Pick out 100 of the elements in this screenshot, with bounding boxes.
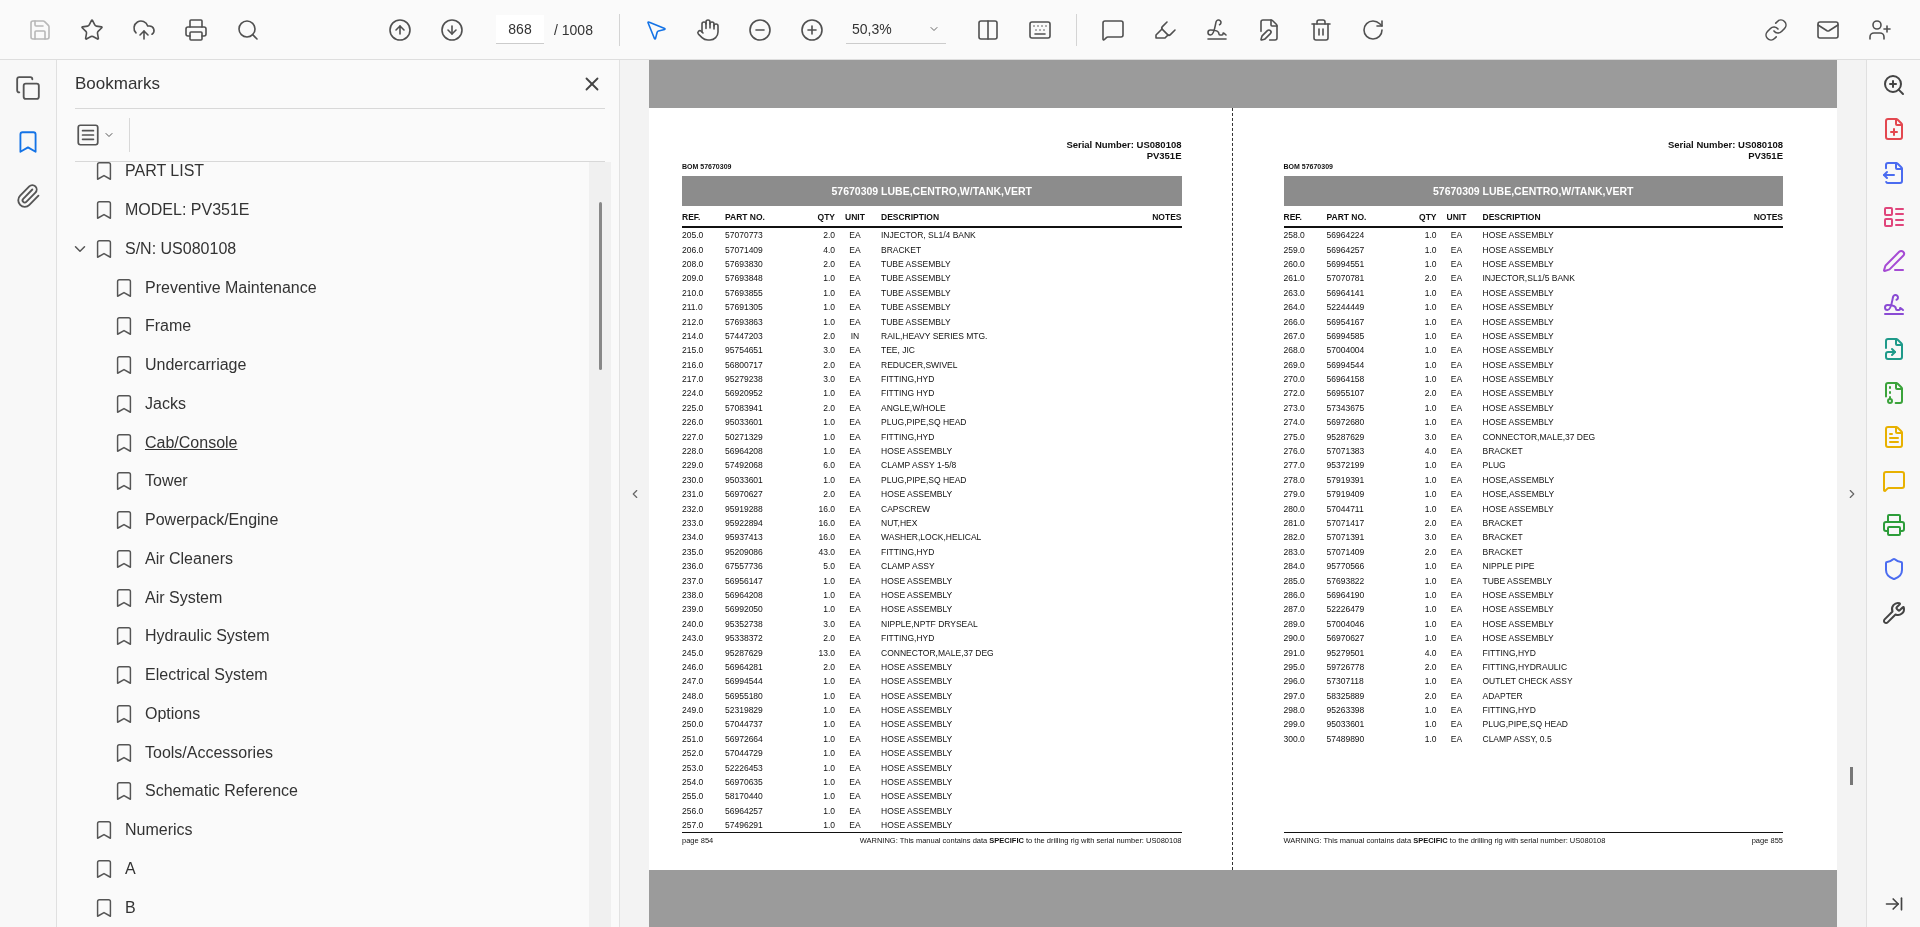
table-cell-text: 4.0 [1423, 647, 1437, 658]
trash-icon[interactable] [1308, 17, 1333, 42]
link-icon[interactable] [1764, 17, 1788, 42]
bookmark-item[interactable]: Electrical System [145, 666, 268, 685]
cloud-upload-icon[interactable] [132, 17, 156, 42]
print-production-icon[interactable] [1881, 513, 1906, 537]
table-cell-text: 1.0 [1423, 676, 1437, 687]
zoom-in-icon[interactable] [799, 17, 824, 42]
table-cell-text: EA [1449, 345, 1464, 356]
previous-page-icon[interactable] [388, 17, 412, 42]
options-button[interactable] [75, 118, 130, 152]
attachment-icon[interactable] [15, 183, 41, 209]
table-cell-text: EA [1449, 633, 1464, 644]
table-cell-text: 1.0 [1423, 287, 1437, 298]
table-cell-text: EA [848, 805, 862, 816]
bookmark-item[interactable]: A [125, 859, 136, 878]
bookmark-item[interactable]: Air Cleaners [145, 549, 234, 568]
bookmark-item[interactable]: Undercarriage [145, 356, 247, 375]
table-cell-text: EA [1449, 258, 1464, 269]
table-cell-text: FITTING,HYDRAULIC [1481, 661, 1569, 672]
bookmark-item[interactable]: MODEL: PV351E [125, 201, 250, 220]
print-icon[interactable] [184, 17, 208, 42]
rotate-icon[interactable] [1360, 17, 1385, 42]
sign-pen-icon[interactable] [1204, 17, 1229, 42]
table-cell-text: 58170440 [725, 791, 764, 802]
table-cell-text: 270.0 [1283, 374, 1306, 385]
table-cell-text: 1.0 [1423, 244, 1437, 255]
expand-panel-icon[interactable] [1883, 894, 1904, 914]
table-cell-text: HOSE ASSEMBLY [1481, 330, 1555, 341]
organize-pages-icon[interactable] [1881, 205, 1906, 229]
table-cell-text: 57693822 [1326, 575, 1366, 586]
table-cell-text: 284.0 [1283, 561, 1306, 572]
bookmark-item[interactable]: Frame [145, 317, 192, 336]
table-cell-text: EA [1449, 647, 1464, 658]
table-cell-text: 277.0 [1283, 460, 1306, 471]
bookmark-item[interactable]: Options [145, 704, 201, 723]
table-cell-text: 57071391 [1326, 532, 1366, 543]
bookmark-item[interactable]: Preventive Maintenance [145, 278, 317, 297]
table-cell-text: 56994585 [1326, 330, 1366, 341]
bookmark-item[interactable]: Numerics [125, 821, 193, 840]
comment-icon[interactable] [1100, 17, 1125, 42]
table-cell-text: EA [1449, 546, 1464, 557]
table-cell-text: FITTING,HYD [880, 633, 936, 644]
add-user-icon[interactable] [1868, 17, 1892, 42]
table-cell-text: 225.0 [682, 402, 705, 413]
table-cell-text: 56970627 [1326, 633, 1366, 644]
table-cell-text: HOSE ASSEMBLY [880, 820, 954, 831]
bookmark-item[interactable]: Hydraulic System [145, 627, 270, 646]
table-cell-text: 235.0 [682, 546, 705, 557]
table-cell-text: 276.0 [1283, 446, 1306, 457]
table-cell-text: 210.0 [682, 287, 705, 298]
table-cell-text: EA [848, 647, 862, 658]
bookmark-item[interactable]: Jacks [145, 394, 186, 413]
column-header: REF. [1283, 212, 1303, 222]
table-cell-text: EA [1449, 230, 1464, 241]
table-cell-text: 95033601 [725, 417, 764, 428]
table-cell-text: 1.0 [1423, 503, 1437, 514]
bookmark-item[interactable]: Powerpack/Engine [145, 511, 279, 530]
table-cell-text: EA [1449, 618, 1464, 629]
table-cell-text: EA [1449, 302, 1464, 313]
signature-icon[interactable] [1881, 293, 1906, 317]
panel-title: Bookmarks [75, 74, 161, 94]
table-cell-text: EA [848, 316, 862, 327]
tools-icon[interactable] [1881, 601, 1906, 625]
table-cell-text: 1.0 [1423, 489, 1437, 500]
bookmark-item[interactable]: Schematic Reference [145, 782, 298, 801]
page-number-field[interactable]: 868 [496, 15, 544, 44]
column-header: PART NO. [1326, 212, 1368, 222]
table-cell-text: EA [848, 446, 862, 457]
table-cell-text: 231.0 [682, 489, 705, 500]
table-cell-text: 95209086 [725, 546, 764, 557]
table-cell-text: 239.0 [682, 604, 705, 615]
pages-icon[interactable] [15, 75, 41, 101]
table-cell-text: HOSE ASSEMBLY [1481, 633, 1555, 644]
table-cell-text: 1.0 [822, 791, 835, 802]
bookmark-item[interactable]: Tools/Accessories [145, 743, 274, 762]
table-cell-text: EA [848, 546, 862, 557]
table-cell-text: 52226479 [1326, 604, 1366, 615]
bookmark-item[interactable]: Tower [145, 472, 188, 491]
search-icon[interactable] [236, 17, 260, 42]
bookmark-item[interactable]: S/N: US080108 [125, 239, 237, 258]
table-cell-text: 226.0 [682, 417, 705, 428]
table-cell-text: 95352738 [725, 618, 764, 629]
zoom-out-icon[interactable] [747, 17, 772, 42]
fit-page-icon[interactable] [975, 17, 1000, 42]
zoom-in-icon[interactable] [1881, 73, 1906, 97]
zoom-field[interactable]: 50,3% [845, 15, 946, 44]
next-page-icon[interactable] [440, 17, 464, 42]
bookmark-item[interactable]: Cab/Console [145, 433, 238, 452]
scrollbar[interactable] [589, 162, 611, 927]
bookmark-item[interactable]: Air System [145, 588, 223, 607]
table-cell-text: 233.0 [682, 518, 705, 528]
export-file-icon[interactable] [1881, 161, 1906, 185]
star-icon[interactable] [80, 17, 104, 42]
bookmark-item[interactable]: B [125, 898, 136, 917]
fill-sign-icon[interactable] [1881, 249, 1906, 273]
table-cell-text: 248.0 [682, 690, 705, 701]
table-cell-text: EA [1449, 589, 1464, 600]
bookmark-item[interactable]: PART LIST [125, 162, 205, 181]
hand-tool-icon[interactable] [695, 17, 720, 42]
